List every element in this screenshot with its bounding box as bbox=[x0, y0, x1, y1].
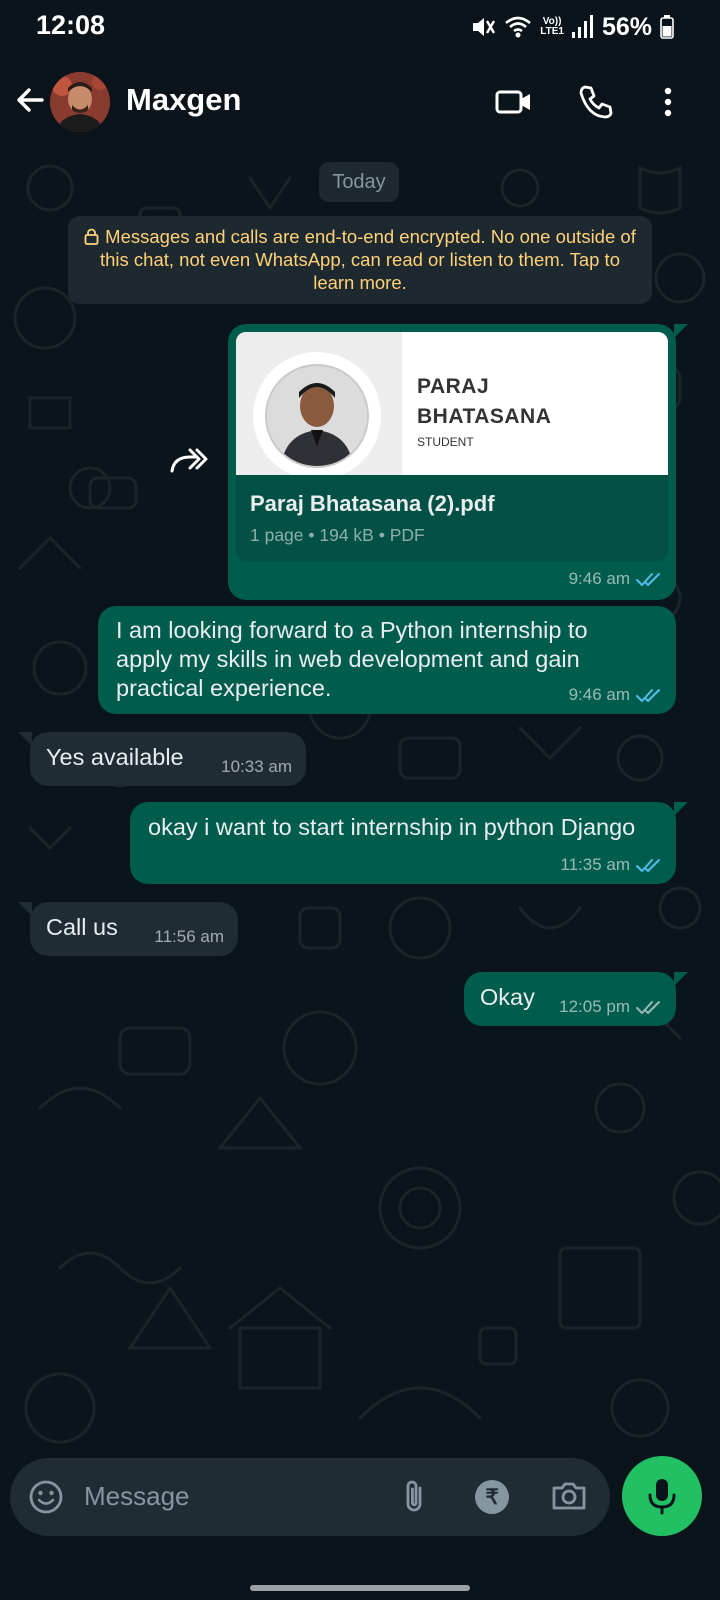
video-call-icon[interactable] bbox=[494, 82, 534, 122]
document-preview-role: STUDENT bbox=[417, 435, 474, 449]
more-options-icon[interactable] bbox=[648, 82, 688, 122]
battery-percent: 56% bbox=[601, 12, 652, 41]
date-separator: Today bbox=[319, 162, 399, 202]
voice-message-button[interactable] bbox=[622, 1456, 702, 1536]
document-preview-name-line2: BHATASANA bbox=[417, 405, 552, 428]
home-gesture-bar[interactable] bbox=[250, 1585, 470, 1591]
signal-icon bbox=[571, 15, 593, 38]
emoji-icon[interactable] bbox=[28, 1479, 64, 1515]
message-timestamp: 12:05 pm bbox=[559, 997, 662, 1017]
message-text: Call us bbox=[46, 914, 118, 940]
document-file-name: Paraj Bhatasana (2).pdf bbox=[250, 491, 495, 516]
contact-avatar[interactable] bbox=[50, 72, 110, 132]
message-text: Yes available bbox=[46, 744, 184, 770]
payment-rupee-icon[interactable]: ₹ bbox=[475, 1480, 509, 1514]
avatar-photo bbox=[50, 72, 110, 132]
encryption-notice-text: Messages and calls are end-to-end encryp… bbox=[99, 226, 636, 293]
read-receipt-icon bbox=[636, 689, 660, 702]
document-preview[interactable]: PARAJ BHATASANA STUDENT bbox=[236, 332, 668, 475]
document-info[interactable]: Paraj Bhatasana (2).pdf 1 page • 194 kB … bbox=[236, 475, 668, 561]
message-outgoing[interactable]: Okay 12:05 pm bbox=[464, 972, 688, 1026]
mute-icon bbox=[473, 18, 496, 36]
message-text: Okay bbox=[480, 984, 535, 1010]
encryption-notice[interactable]: Messages and calls are end-to-end encryp… bbox=[68, 216, 652, 304]
forward-icon[interactable] bbox=[168, 443, 208, 479]
message-incoming[interactable]: Yes available 10:33 am bbox=[18, 732, 306, 786]
message-timestamp: 11:35 am bbox=[560, 855, 662, 875]
document-file-meta: 1 page • 194 kB • PDF bbox=[250, 525, 425, 545]
chat-header: Maxgen bbox=[0, 52, 720, 148]
battery-icon bbox=[660, 15, 674, 39]
lock-icon bbox=[84, 228, 99, 245]
message-composer[interactable]: Message ₹ bbox=[10, 1458, 610, 1536]
message-timestamp: 9:46 am bbox=[569, 685, 662, 705]
attachment-icon[interactable] bbox=[400, 1478, 430, 1516]
read-receipt-icon bbox=[636, 573, 660, 586]
whatsapp-chat-screen: 12:08 Vo)) LTE1 56% Maxgen Today Message… bbox=[0, 0, 720, 1600]
message-timestamp: 10:33 am bbox=[221, 757, 292, 776]
message-input[interactable]: Message bbox=[84, 1481, 190, 1512]
message-outgoing[interactable]: okay i want to start internship in pytho… bbox=[130, 802, 688, 884]
chat-messages-area[interactable]: Today Messages and calls are end-to-end … bbox=[0, 148, 720, 1448]
camera-icon[interactable] bbox=[550, 1478, 588, 1514]
message-timestamp: 11:56 am bbox=[154, 927, 224, 946]
back-arrow-icon[interactable] bbox=[12, 82, 48, 118]
read-receipt-icon bbox=[636, 859, 660, 872]
network-type: Vo)) LTE1 bbox=[540, 16, 564, 37]
wifi-icon bbox=[505, 16, 532, 38]
message-outgoing[interactable]: I am looking forward to a Python interns… bbox=[98, 606, 676, 714]
delivered-receipt-icon bbox=[636, 1001, 660, 1014]
voice-call-icon[interactable] bbox=[576, 82, 616, 122]
status-bar: 12:08 Vo)) LTE1 56% bbox=[0, 0, 720, 52]
message-incoming[interactable]: Call us 11:56 am bbox=[18, 902, 238, 956]
message-text: okay i want to start internship in pytho… bbox=[148, 814, 636, 840]
message-text: I am looking forward to a Python interns… bbox=[116, 617, 588, 701]
contact-name[interactable]: Maxgen bbox=[126, 82, 241, 118]
message-timestamp: 9:46 am bbox=[569, 569, 662, 589]
document-profile-photo bbox=[265, 364, 369, 468]
microphone-icon bbox=[648, 1479, 676, 1515]
status-time: 12:08 bbox=[36, 10, 106, 40]
document-preview-name-line1: PARAJ bbox=[417, 375, 490, 398]
document-message[interactable]: PARAJ BHATASANA STUDENT Paraj Bhatasana … bbox=[228, 324, 688, 600]
